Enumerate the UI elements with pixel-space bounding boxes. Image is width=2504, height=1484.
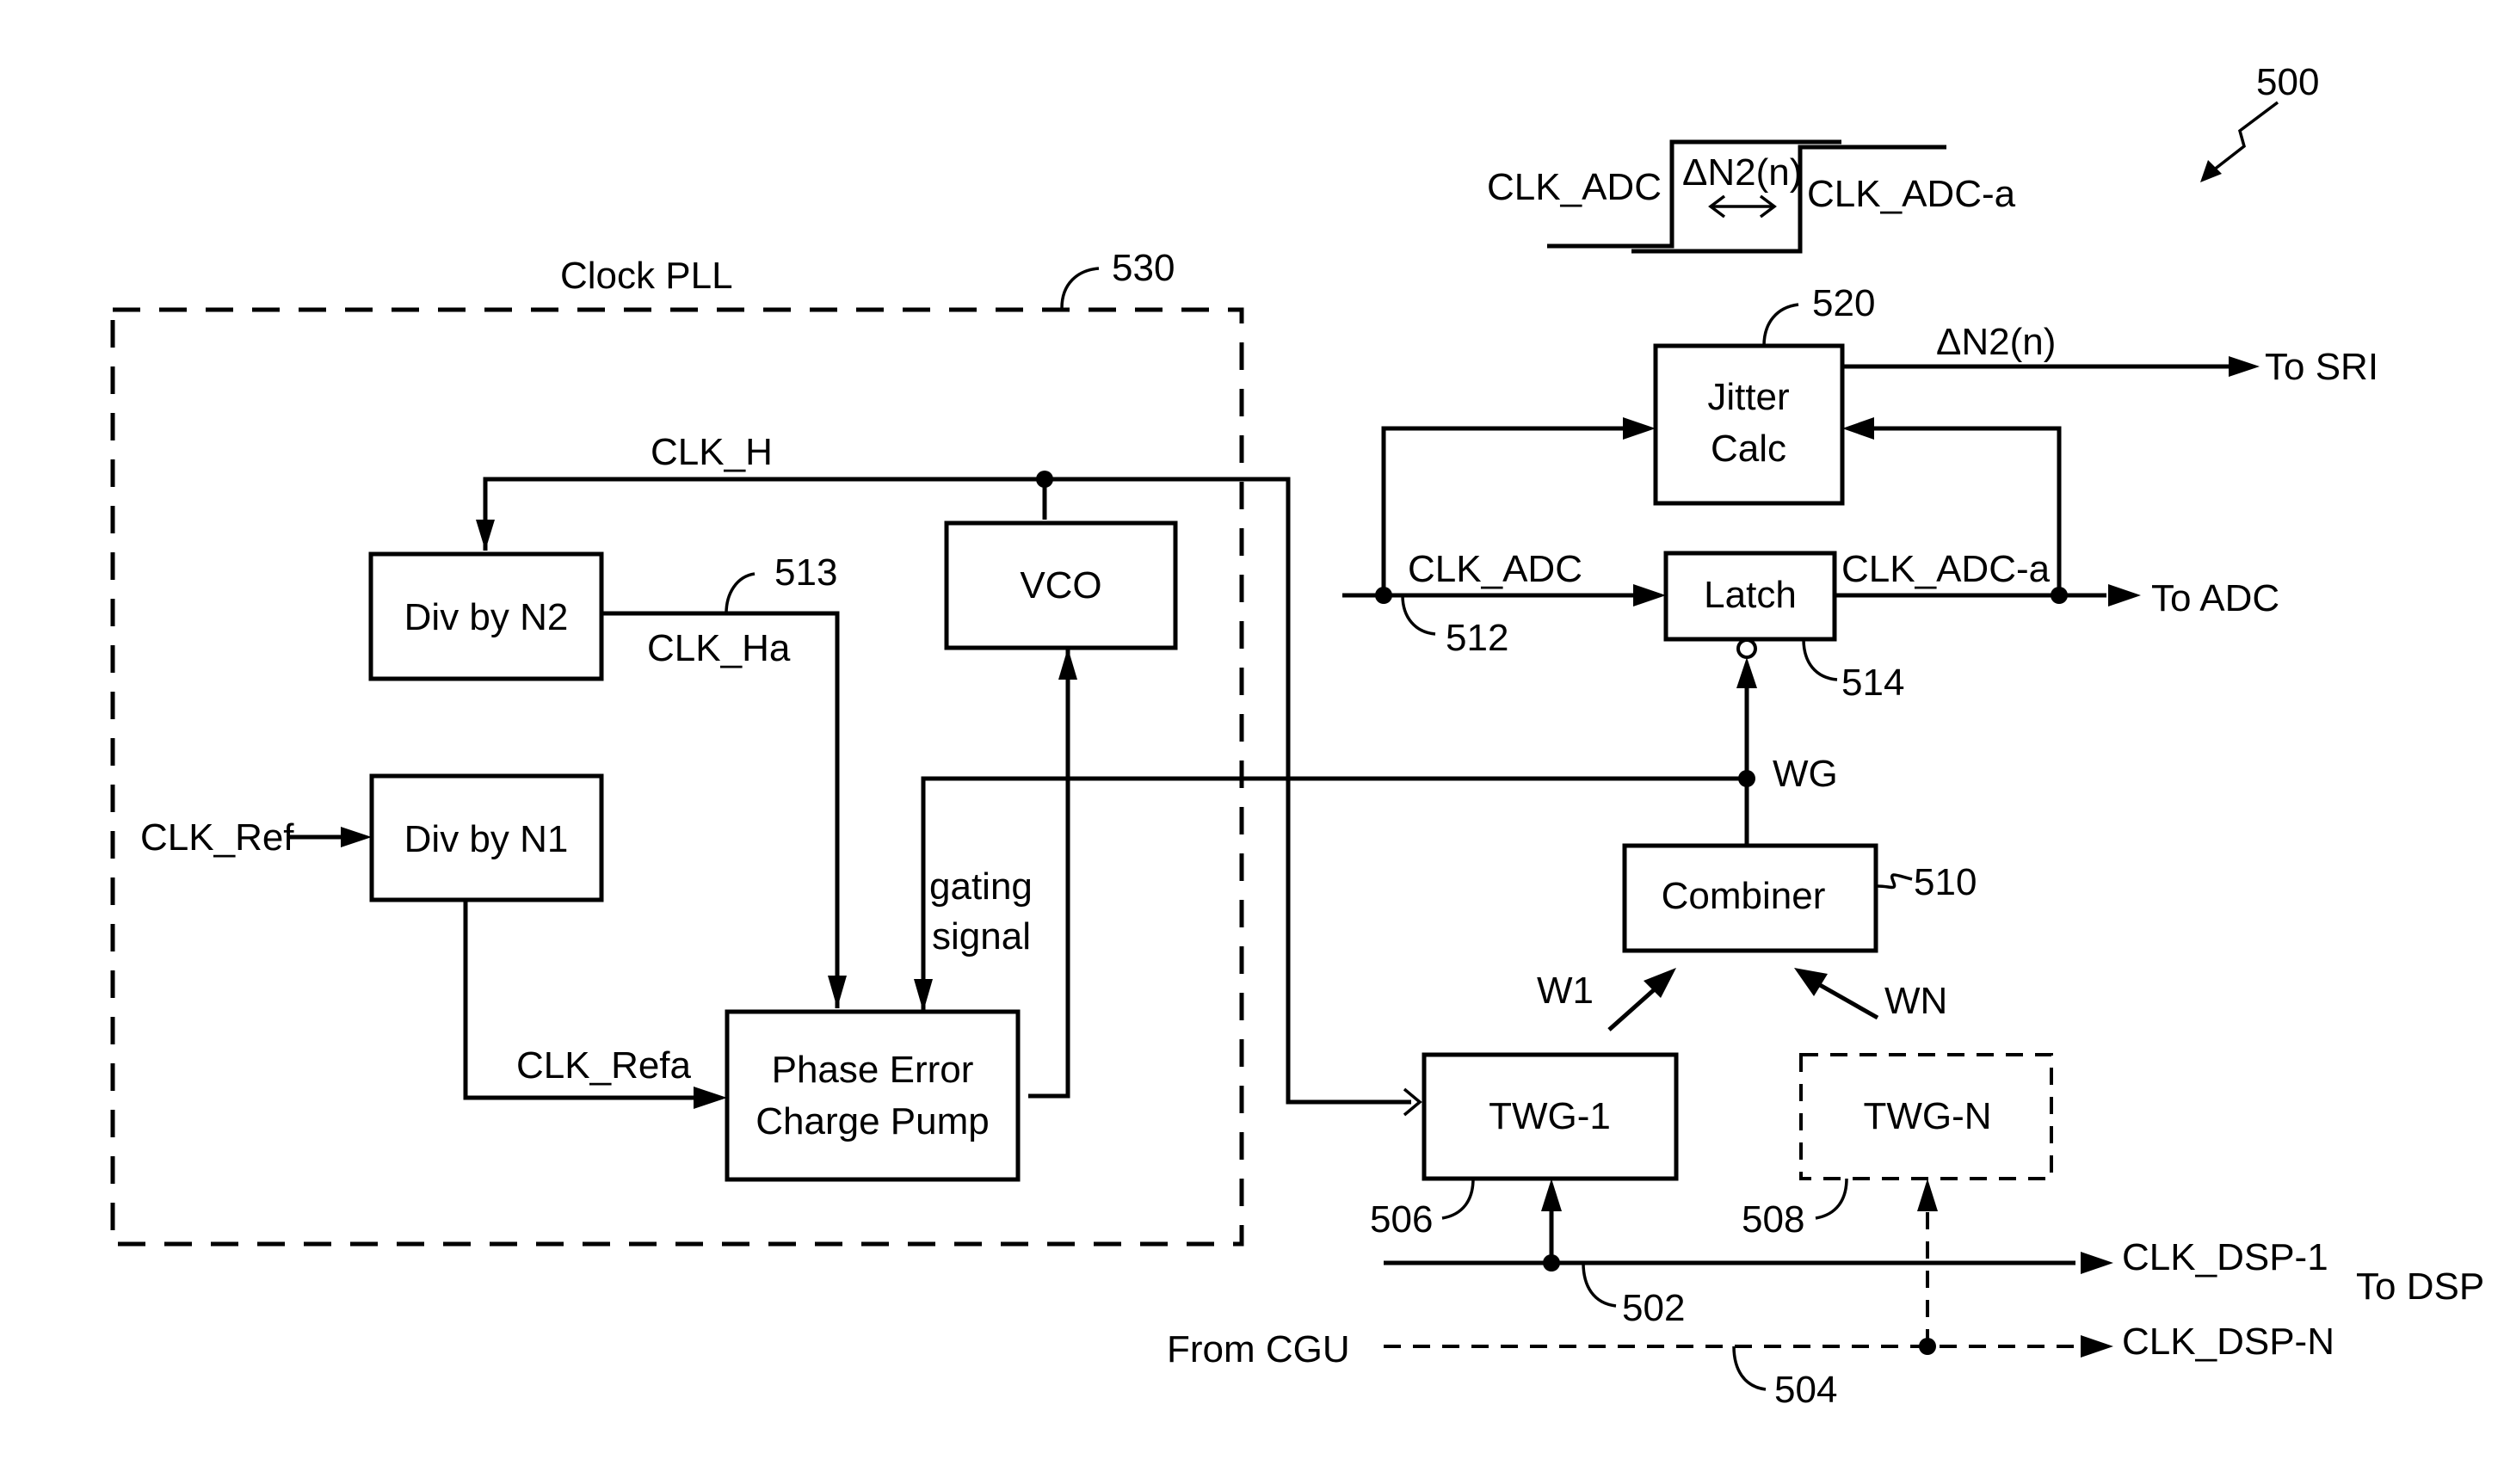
clock-pll-ref: 530 bbox=[1112, 247, 1175, 289]
twg-1-clock-arrowhead-icon bbox=[1541, 1179, 1562, 1211]
clk-ref-arrowhead-icon bbox=[341, 827, 372, 847]
clk-adc-ref: 512 bbox=[1446, 617, 1508, 659]
clk-ha-wire bbox=[601, 611, 840, 1008]
clock-pll: Clock PLL 530 CLK_H Div by N2 CLK_Ha 513… bbox=[110, 247, 1422, 1247]
wn-arrowhead-icon bbox=[1794, 968, 1828, 996]
bus-502-ref: 502 bbox=[1622, 1287, 1685, 1329]
jitter-output-label: ΔN2(n) bbox=[1936, 321, 2056, 363]
w1-label: W1 bbox=[1537, 970, 1594, 1012]
figure-ref-label: 500 bbox=[2256, 61, 2319, 103]
jitter-calc-block[interactable] bbox=[1653, 343, 1845, 506]
vco-input-arrowhead-icon bbox=[1058, 648, 1077, 680]
twg-n-label: TWG-N bbox=[1863, 1095, 1991, 1137]
clk-dsp-n-label: CLK_DSP-N bbox=[2122, 1321, 2334, 1363]
bus-504-ref: 504 bbox=[1774, 1369, 1837, 1411]
clk-ha-ref-leader bbox=[725, 572, 756, 614]
clk-ha-arrowhead-icon bbox=[828, 976, 847, 1008]
twg-1-label: TWG-1 bbox=[1489, 1095, 1611, 1137]
clk-dsp-n-arrowhead-icon bbox=[2081, 1335, 2113, 1358]
jitter-input-a-arrowhead-icon bbox=[1623, 417, 1656, 440]
clk-dsp-1-label: CLK_DSP-1 bbox=[2122, 1236, 2328, 1278]
combiner-label: Combiner bbox=[1662, 875, 1826, 917]
block-diagram: 500 CLK_ADC ΔN2(n) CLK_ADC-a Clock PLL 5… bbox=[110, 61, 2484, 1411]
div-by-n2-label: Div by N2 bbox=[404, 596, 569, 638]
clk-ha-label: CLK_Ha bbox=[647, 627, 791, 669]
clk-refa-label: CLK_Refa bbox=[516, 1044, 692, 1087]
latch-gate-inversion-bubble-icon bbox=[1736, 638, 1757, 659]
twg-n-clock-arrowhead-icon bbox=[1917, 1179, 1938, 1211]
latch-gate-arrowhead-icon bbox=[1736, 657, 1757, 688]
clk-adc-a-label: CLK_ADC-a bbox=[1841, 548, 2051, 590]
to-dsp-label: To DSP bbox=[2356, 1265, 2484, 1308]
w1-wire bbox=[1607, 986, 1658, 1031]
clk-ha-ref: 513 bbox=[774, 551, 837, 594]
latch-label: Latch bbox=[1704, 574, 1797, 616]
jitter-calc-label-line1: Jitter bbox=[1707, 376, 1789, 418]
wn-wire bbox=[1818, 982, 1879, 1020]
wn-label: WN bbox=[1884, 980, 1947, 1022]
latch-input-arrowhead-icon bbox=[1633, 584, 1666, 607]
div-by-n1-label: Div by N1 bbox=[404, 818, 569, 860]
combiner-ref: 510 bbox=[1914, 861, 1977, 903]
combiner-ref-leader bbox=[1877, 873, 1913, 890]
to-sri-label: To SRI bbox=[2265, 346, 2378, 388]
timing-delta-label: ΔN2(n) bbox=[1682, 151, 1802, 194]
vco-label: VCO bbox=[1020, 564, 1101, 607]
latch-ref-leader bbox=[1802, 638, 1838, 681]
figure-ref-zigzag-icon bbox=[2211, 101, 2279, 172]
clock-pll-ref-leader bbox=[1060, 267, 1100, 309]
clk-dsp-1-arrowhead-icon bbox=[2081, 1252, 2113, 1274]
phase-error-label-line2: Charge Pump bbox=[756, 1100, 989, 1142]
to-adc-arrowhead-icon bbox=[2108, 584, 2141, 607]
latch-ref: 514 bbox=[1841, 662, 1904, 704]
timing-inset: CLK_ADC ΔN2(n) CLK_ADC-a bbox=[1487, 139, 2016, 254]
clock-pll-label: Clock PLL bbox=[560, 255, 733, 297]
jitter-calc-label-line2: Calc bbox=[1711, 428, 1786, 470]
twg-1-ref-leader bbox=[1441, 1178, 1475, 1220]
jitter-calc-ref-leader bbox=[1762, 303, 1799, 347]
twg-1-ref: 506 bbox=[1370, 1198, 1433, 1241]
bus-504-ref-leader bbox=[1732, 1345, 1767, 1391]
from-cgu-label: From CGU bbox=[1167, 1328, 1350, 1370]
clk-refa-arrowhead-icon bbox=[694, 1087, 727, 1109]
clk-adc-ref-leader bbox=[1401, 594, 1436, 636]
timing-signal-b: CLK_ADC-a bbox=[1807, 173, 2016, 215]
figure-ref-500: 500 bbox=[2200, 61, 2319, 182]
gating-signal-label-line1: gating bbox=[929, 865, 1033, 908]
jitter-calc-ref: 520 bbox=[1812, 282, 1875, 324]
clk-h-arrowhead-icon bbox=[476, 520, 495, 551]
jitter-input-b-arrowhead-icon bbox=[1842, 417, 1874, 440]
twg-n-ref: 508 bbox=[1742, 1198, 1804, 1241]
gating-signal-label-line2: signal bbox=[932, 915, 1031, 958]
figure-ref-arrowhead-icon bbox=[2200, 160, 2222, 182]
timing-signal-a: CLK_ADC bbox=[1487, 166, 1662, 208]
bus-502-ref-leader bbox=[1582, 1262, 1617, 1308]
phase-error-label-line1: Phase Error bbox=[772, 1049, 974, 1091]
phase-error-charge-pump-block[interactable] bbox=[725, 1009, 1021, 1182]
clk-ref-label: CLK_Ref bbox=[140, 816, 294, 859]
wg-label: WG bbox=[1773, 753, 1838, 795]
charge-pump-to-vco-wire bbox=[1028, 648, 1070, 1099]
clk-adc-label: CLK_ADC bbox=[1408, 548, 1582, 590]
clk-h-label: CLK_H bbox=[651, 431, 773, 473]
to-adc-label: To ADC bbox=[2151, 577, 2279, 619]
to-sri-arrowhead-icon bbox=[2229, 356, 2260, 377]
twg-n-ref-leader bbox=[1815, 1178, 1848, 1220]
